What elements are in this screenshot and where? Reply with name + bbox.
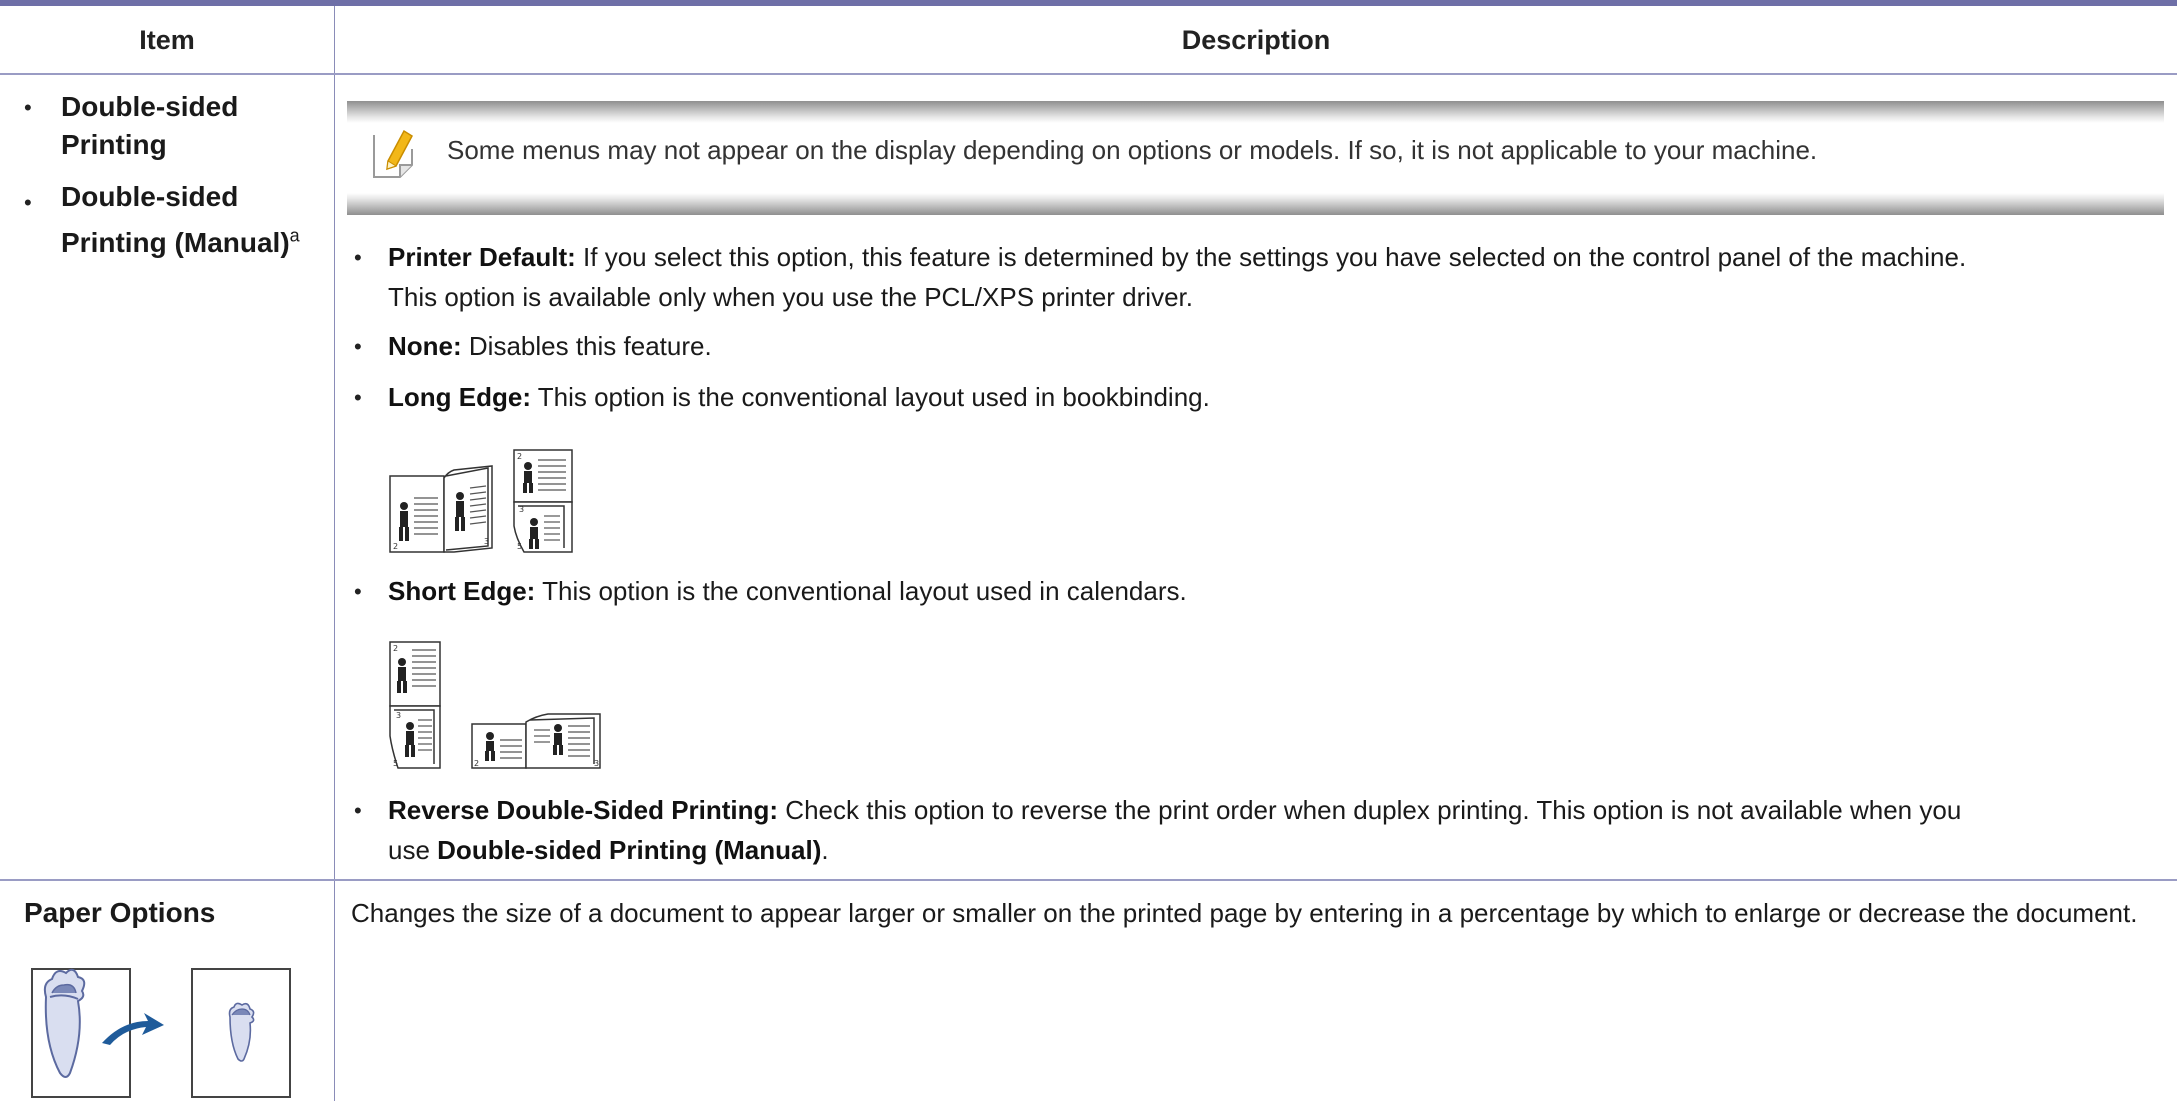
page-number: 2	[517, 452, 522, 461]
page-number: 2	[474, 759, 479, 768]
page-number: 2	[393, 644, 398, 653]
page-number: 3	[594, 759, 599, 768]
item-double-sided-manual: Double-sided Printing (Manual)a	[61, 181, 300, 258]
settings-table	[0, 6, 2177, 1101]
paper-options-description: Changes the size of a document to appear…	[351, 898, 2138, 928]
header-item: Item	[139, 24, 195, 55]
header-rule	[0, 73, 2177, 75]
bullet: •	[24, 190, 32, 215]
page-number: 5	[393, 759, 398, 768]
bullet: •	[354, 798, 362, 823]
page-number: 5	[517, 542, 522, 551]
bullet: •	[354, 579, 362, 604]
scaling-illustration	[31, 968, 291, 1098]
page-number: 3	[484, 537, 489, 546]
item-double-sided: Double-sided Printing	[61, 91, 239, 160]
bullet: •	[354, 334, 362, 359]
bullet: •	[354, 245, 362, 270]
short-edge-illustration: 2 3 5 2 3	[389, 641, 601, 769]
page-number: 2	[393, 542, 398, 551]
note-bottom-bar	[347, 193, 2164, 215]
column-divider	[334, 6, 335, 1101]
page-number: 3	[519, 505, 524, 514]
option-printer-default: Printer Default: If you select this opti…	[388, 242, 1967, 312]
footnote-marker: a	[289, 225, 300, 246]
page-number: 3	[396, 711, 401, 720]
bullet: •	[24, 95, 32, 120]
option-reverse-double-sided: Reverse Double-Sided Printing: Check thi…	[388, 795, 1962, 865]
item-paper-options: Paper Options	[24, 897, 216, 928]
note-top-bar	[347, 101, 2164, 123]
row-rule	[0, 879, 2177, 881]
option-none: None: Disables this feature.	[388, 331, 712, 361]
note-pencil-icon	[373, 129, 413, 178]
long-edge-illustration: 2 3 2 3 5	[389, 449, 573, 553]
option-short-edge: Short Edge: This option is the conventio…	[388, 576, 1187, 606]
header-description: Description	[1181, 24, 1331, 55]
bullet: •	[354, 385, 362, 410]
option-long-edge: Long Edge: This option is the convention…	[388, 382, 1210, 412]
note-text: Some menus may not appear on the display…	[447, 135, 1818, 165]
